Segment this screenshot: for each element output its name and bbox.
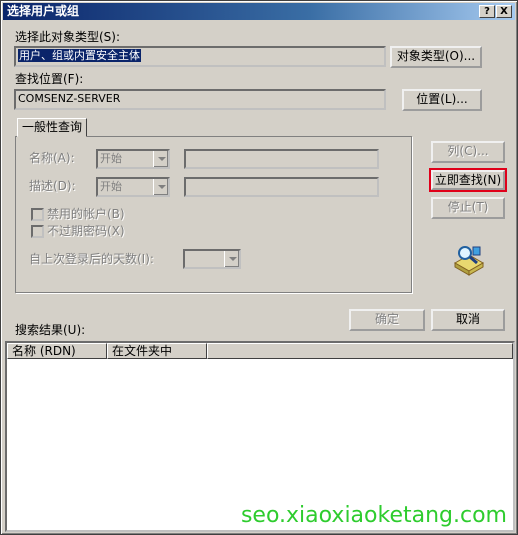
search-users-icon (453, 246, 485, 276)
days-since-login-select[interactable] (183, 249, 241, 269)
ok-button[interactable]: 确定 (349, 309, 425, 331)
days-since-login-label: 自上次登录后的天数(I): (29, 252, 154, 266)
name-mode-select[interactable]: 开始 (96, 149, 170, 169)
object-types-button[interactable]: 对象类型(O)... (390, 46, 482, 68)
tab-general-query[interactable]: 一般性查询 (17, 118, 88, 137)
column-header-name[interactable]: 名称 (RDN) (7, 343, 107, 359)
chevron-down-icon (153, 151, 168, 167)
watermark: seo.xiaoxiaoketang.com (240, 503, 507, 528)
non-expiring-password-label: 不过期密码(X) (47, 224, 125, 238)
object-type-value: 用户、组或内置安全主体 (18, 49, 141, 62)
window-title: 选择用户或组 (7, 4, 80, 18)
chevron-down-icon (153, 179, 168, 195)
description-input[interactable] (184, 177, 379, 197)
title-bar[interactable]: 选择用户或组 ? X (3, 3, 515, 20)
name-mode-value: 开始 (100, 152, 122, 165)
location-label: 查找位置(F): (15, 72, 84, 86)
help-button[interactable]: ? (479, 5, 495, 18)
description-mode-value: 开始 (100, 180, 122, 193)
cancel-button[interactable]: 取消 (431, 309, 505, 331)
select-users-dialog: 选择用户或组 ? X 选择此对象类型(S): 用户、组或内置安全主体 对象类型(… (0, 0, 518, 535)
chevron-down-icon (224, 251, 239, 267)
column-header-folder[interactable]: 在文件夹中 (107, 343, 207, 359)
name-input[interactable] (184, 149, 379, 169)
location-field: COMSENZ-SERVER (14, 89, 386, 110)
locations-button[interactable]: 位置(L)... (402, 89, 482, 111)
object-type-label: 选择此对象类型(S): (15, 30, 121, 44)
close-button[interactable]: X (496, 5, 512, 18)
non-expiring-password-checkbox[interactable] (31, 225, 44, 238)
name-label: 名称(A): (29, 151, 75, 165)
description-mode-select[interactable]: 开始 (96, 177, 170, 197)
disabled-accounts-checkbox[interactable] (31, 208, 44, 221)
columns-button[interactable]: 列(C)... (431, 141, 505, 163)
find-now-button[interactable]: 立即查找(N) (431, 170, 505, 190)
column-header-filler (207, 343, 513, 359)
disabled-accounts-label: 禁用的帐户(B) (47, 207, 125, 221)
stop-button[interactable]: 停止(T) (431, 197, 505, 219)
object-type-field: 用户、组或内置安全主体 (14, 46, 386, 67)
search-results-label: 搜索结果(U): (15, 323, 86, 337)
description-label: 描述(D): (29, 179, 76, 193)
